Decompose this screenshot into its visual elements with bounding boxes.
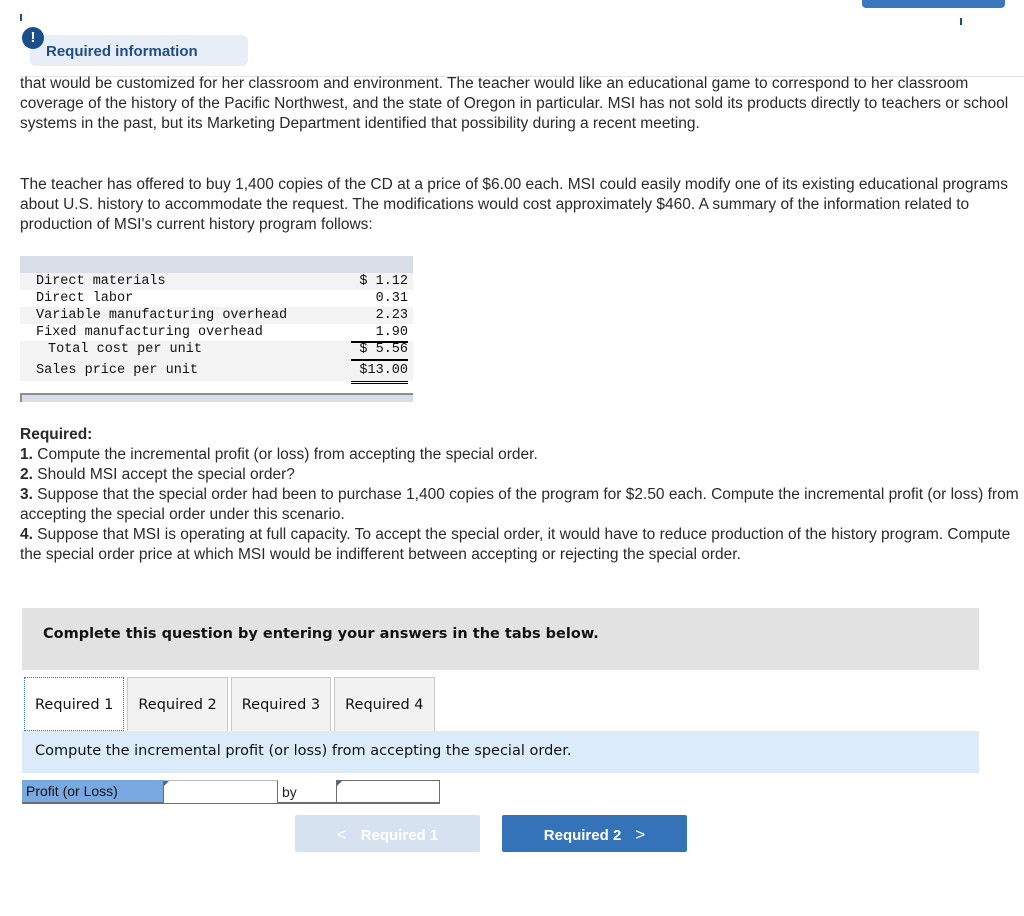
scroll-marker-right bbox=[960, 18, 962, 25]
chevron-right-icon: > bbox=[635, 825, 646, 844]
tab-panel-prompt-box: Compute the incremental profit (or loss)… bbox=[22, 731, 979, 773]
previous-required-button[interactable]: < Required 1 bbox=[295, 815, 480, 852]
table-row: Variable manufacturing overhead 2.23 bbox=[20, 307, 413, 324]
table-footer-band bbox=[20, 393, 413, 402]
alert-icon: ! bbox=[22, 27, 44, 49]
table-row-sales: Sales price per unit $13.00 bbox=[20, 361, 413, 384]
row-label: Total cost per unit bbox=[48, 342, 202, 357]
row-value: 2.23 bbox=[375, 308, 408, 323]
row-value: $13.00 bbox=[351, 361, 408, 384]
table-row: Direct labor 0.31 bbox=[20, 290, 413, 307]
item-text: Compute the incremental profit (or loss)… bbox=[32, 446, 538, 463]
amount-input[interactable] bbox=[336, 780, 440, 804]
row-value-cell: $ 5.56 bbox=[351, 341, 413, 361]
profit-or-loss-select[interactable] bbox=[163, 780, 278, 804]
row-value: $ 5.56 bbox=[351, 341, 408, 361]
answer-row: Profit (or Loss) by bbox=[22, 780, 440, 804]
instructions-box: Complete this question by entering your … bbox=[22, 608, 979, 670]
scroll-marker-left bbox=[20, 14, 22, 21]
tab-required-2[interactable]: Required 2 bbox=[127, 677, 228, 731]
row-label: Direct materials bbox=[36, 274, 166, 289]
table-header-band bbox=[20, 256, 413, 273]
tab-required-1[interactable]: Required 1 bbox=[24, 677, 125, 731]
row-label: Direct labor bbox=[36, 291, 134, 306]
answer-tabs: Required 1 Required 2 Required 3 Require… bbox=[24, 677, 438, 731]
instructions-text: Complete this question by entering your … bbox=[43, 626, 599, 642]
required-information-pill: Required information bbox=[30, 35, 248, 66]
row-value-cell: 0.31 bbox=[351, 290, 413, 307]
scenario-paragraph-1: that would be customized for her classro… bbox=[20, 75, 1009, 132]
row-value-cell: 2.23 bbox=[351, 307, 413, 324]
item-text: Suppose that the special order had been … bbox=[20, 486, 1019, 523]
table-row: Fixed manufacturing overhead 1.90 bbox=[20, 324, 413, 343]
required-item: 2. Should MSI accept the special order? bbox=[20, 465, 1020, 485]
by-label: by bbox=[278, 780, 336, 804]
row-label: Sales price per unit bbox=[36, 363, 199, 378]
required-item: 4. Suppose that MSI is operating at full… bbox=[20, 525, 1020, 565]
required-title: Required: bbox=[20, 426, 93, 443]
tab-required-4[interactable]: Required 4 bbox=[334, 677, 435, 731]
scenario-paragraph-2: The teacher has offered to buy 1,400 cop… bbox=[20, 176, 1008, 233]
required-section: Required: 1. Compute the incremental pro… bbox=[20, 425, 1020, 565]
tab-required-3[interactable]: Required 3 bbox=[230, 677, 332, 731]
row-value: $ 1.12 bbox=[359, 274, 408, 289]
item-number: 3. bbox=[20, 486, 33, 503]
row-value-cell: $13.00 bbox=[351, 361, 413, 384]
item-text: Should MSI accept the special order? bbox=[32, 466, 295, 483]
tab-panel-prompt: Compute the incremental profit (or loss)… bbox=[35, 743, 572, 759]
item-text: Suppose that MSI is operating at full ca… bbox=[20, 526, 1011, 563]
table-row-total: Total cost per unit $ 5.56 bbox=[20, 341, 413, 361]
next-button-label: Required 2 bbox=[543, 827, 622, 844]
row-label: Variable manufacturing overhead bbox=[36, 308, 288, 323]
cost-summary-table: Direct materials $ 1.12 Direct labor 0.3… bbox=[20, 256, 413, 402]
table-row: Direct materials $ 1.12 bbox=[20, 273, 413, 290]
previous-button-label: Required 1 bbox=[360, 827, 439, 844]
item-number: 4. bbox=[20, 526, 33, 543]
row-value-cell: 1.90 bbox=[351, 324, 413, 343]
required-item: 1. Compute the incremental profit (or lo… bbox=[20, 445, 1020, 465]
top-action-button[interactable] bbox=[862, 0, 1005, 8]
item-number: 1. bbox=[20, 446, 33, 463]
chevron-left-icon: < bbox=[336, 825, 347, 844]
required-item: 3. Suppose that the special order had be… bbox=[20, 485, 1020, 525]
item-number: 2. bbox=[20, 466, 33, 483]
row-value: 0.31 bbox=[375, 291, 408, 306]
required-information-label: Required information bbox=[46, 43, 198, 60]
row-value-cell: $ 1.12 bbox=[351, 273, 413, 290]
next-required-button[interactable]: Required 2 > bbox=[502, 815, 687, 852]
row-label: Fixed manufacturing overhead bbox=[36, 325, 263, 340]
profit-or-loss-label: Profit (or Loss) bbox=[22, 780, 163, 804]
